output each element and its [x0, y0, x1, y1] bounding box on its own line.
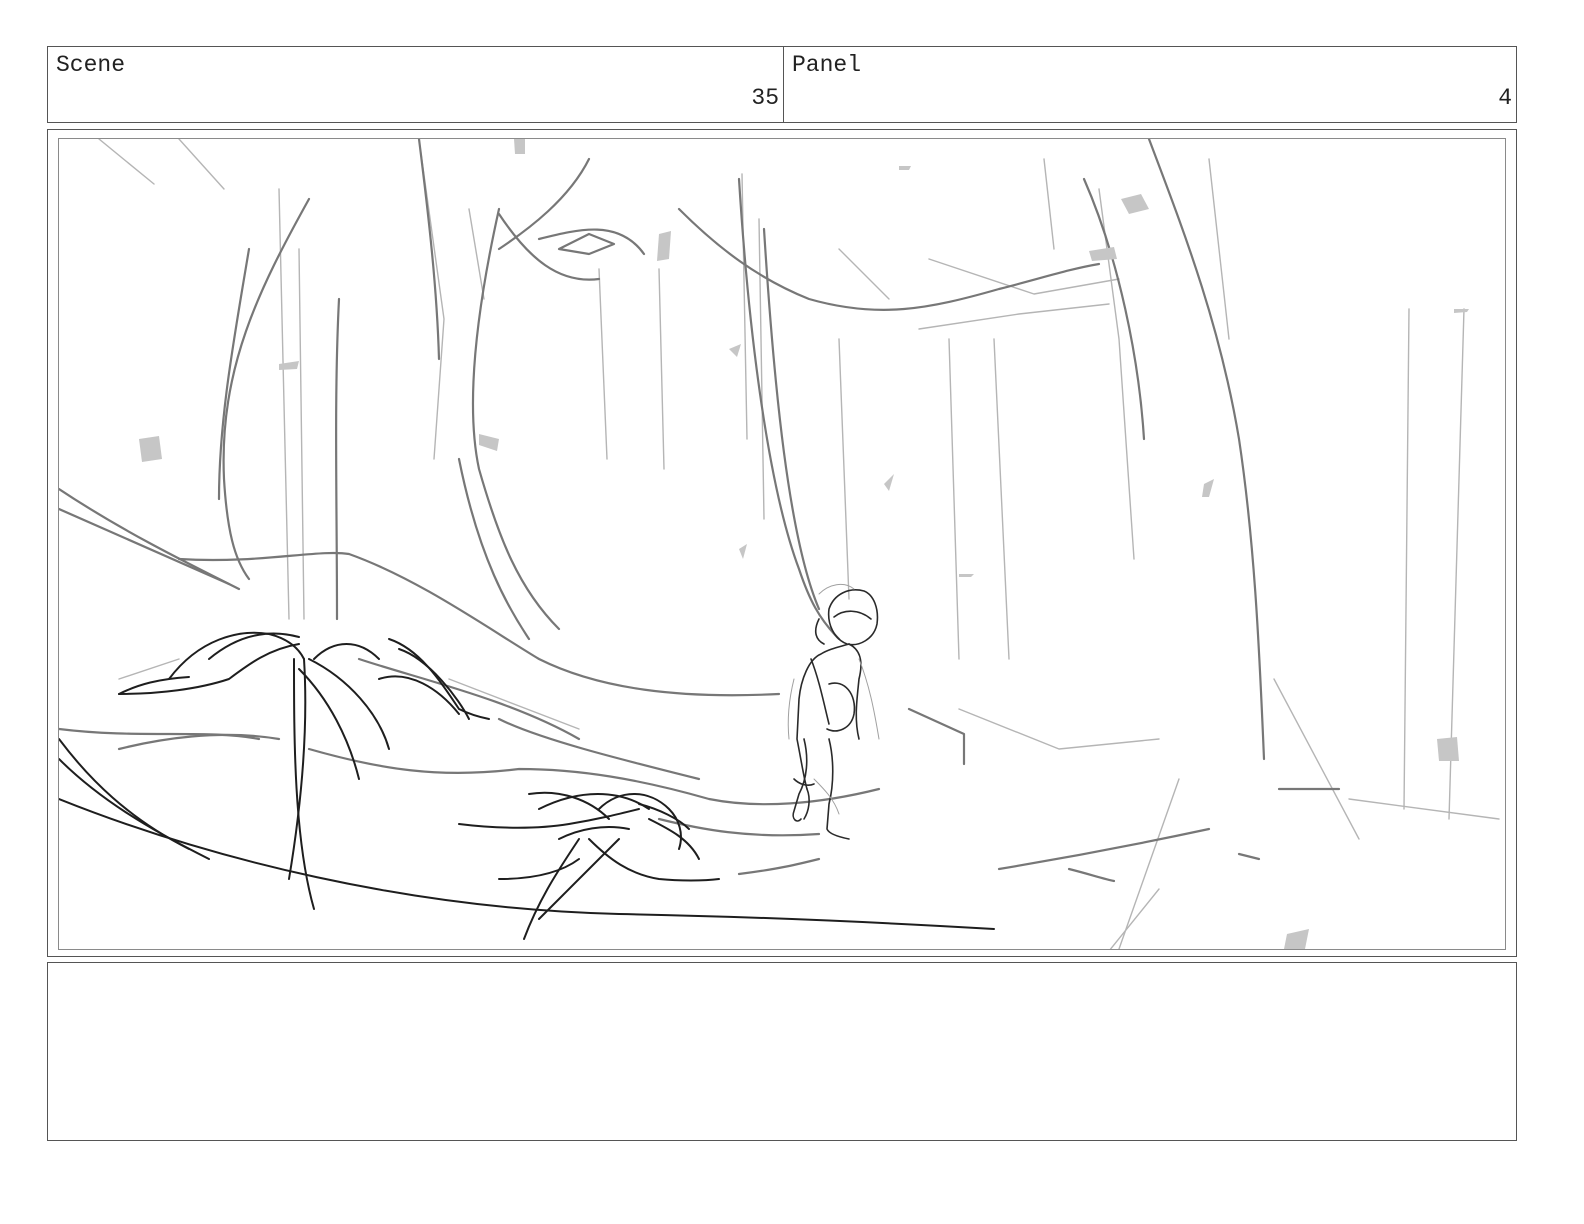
scene-number: 35 [751, 85, 779, 111]
panel-cell: Panel 4 [784, 47, 1516, 122]
notes-box [47, 962, 1517, 1141]
scene-cell: Scene 35 [48, 47, 784, 122]
panel-label: Panel [792, 52, 862, 78]
panel-number: 4 [1498, 85, 1512, 111]
storyboard-frame [47, 129, 1517, 957]
sketch-forest-child-icon [59, 139, 1500, 949]
scene-label: Scene [56, 52, 126, 78]
storyboard-drawing-area [58, 138, 1506, 950]
storyboard-header: Scene 35 Panel 4 [47, 46, 1517, 123]
